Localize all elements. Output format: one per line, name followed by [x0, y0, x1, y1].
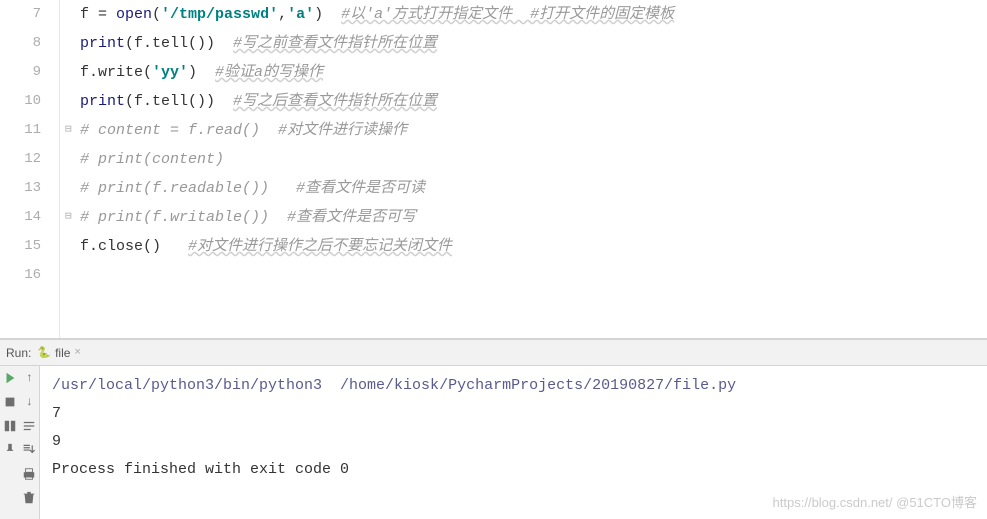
- close-icon[interactable]: ×: [74, 347, 81, 359]
- scroll-to-end-button[interactable]: [21, 442, 37, 458]
- code-token: 'a': [287, 6, 314, 23]
- code-token: # print(f.readable()) #查看文件是否可读: [80, 180, 425, 197]
- line-number: 7: [0, 0, 41, 29]
- code-line[interactable]: # print(f.readable()) #查看文件是否可读: [80, 174, 987, 203]
- code-token: ,: [278, 6, 287, 23]
- code-token: f =: [80, 6, 116, 23]
- line-number: 8: [0, 29, 41, 58]
- down-arrow-button[interactable]: ↓: [21, 394, 37, 410]
- layout-button[interactable]: [2, 418, 18, 434]
- code-line[interactable]: ⊟# content = f.read() #对文件进行读操作: [80, 116, 987, 145]
- code-token: print: [80, 93, 125, 110]
- code-line[interactable]: [80, 261, 987, 290]
- code-line[interactable]: f.write('yy') #验证a的写操作: [80, 58, 987, 87]
- code-editor[interactable]: 78910111213141516 f = open('/tmp/passwd'…: [0, 0, 987, 339]
- code-token: open: [116, 6, 152, 23]
- line-number-gutter: 78910111213141516: [0, 0, 60, 338]
- code-token: #对文件进行操作之后不要忘记关闭文件: [188, 238, 452, 255]
- soft-wrap-button[interactable]: [21, 418, 37, 434]
- code-token: # content = f.read() #对文件进行读操作: [80, 122, 407, 139]
- code-token: f.close(): [80, 238, 188, 255]
- code-line[interactable]: ⊟# print(f.writable()) #查看文件是否可写: [80, 203, 987, 232]
- line-number: 10: [0, 87, 41, 116]
- exit-code-line: Process finished with exit code 0: [52, 456, 987, 484]
- code-line[interactable]: print(f.tell()) #写之前查看文件指针所在位置: [80, 29, 987, 58]
- code-token: #写之后查看文件指针所在位置: [233, 93, 437, 110]
- fold-marker-icon[interactable]: ⊟: [65, 116, 72, 145]
- code-token: #写之前查看文件指针所在位置: [233, 35, 437, 52]
- output-line: 7: [52, 400, 987, 428]
- code-token: (: [152, 6, 161, 23]
- code-token: #以'a'方式打开指定文件 #打开文件的固定模板: [341, 6, 674, 23]
- line-number: 14: [0, 203, 41, 232]
- watermark-text: https://blog.csdn.net/ @51CTO博客: [773, 492, 977, 511]
- pin-button[interactable]: [2, 442, 18, 458]
- output-line: 9: [52, 428, 987, 456]
- line-number: 15: [0, 232, 41, 261]
- line-number: 16: [0, 261, 41, 290]
- code-token: print: [80, 35, 125, 52]
- code-token: ): [188, 64, 215, 81]
- run-toolbar: ↑ ↓: [0, 366, 40, 519]
- fold-marker-icon[interactable]: ⊟: [65, 203, 72, 232]
- code-line[interactable]: f.close() #对文件进行操作之后不要忘记关闭文件: [80, 232, 987, 261]
- code-token: ): [314, 6, 341, 23]
- interpreter-path-line: /usr/local/python3/bin/python3 /home/kio…: [52, 372, 987, 400]
- run-label: Run:: [6, 346, 31, 360]
- line-number: 11: [0, 116, 41, 145]
- code-token: # print(f.writable()) #查看文件是否可写: [80, 209, 416, 226]
- code-line[interactable]: f = open('/tmp/passwd','a') #以'a'方式打开指定文…: [80, 0, 987, 29]
- up-arrow-button[interactable]: ↑: [21, 370, 37, 386]
- code-line[interactable]: # print(content): [80, 145, 987, 174]
- code-token: '/tmp/passwd': [161, 6, 278, 23]
- code-token: f.write(: [80, 64, 152, 81]
- code-content[interactable]: f = open('/tmp/passwd','a') #以'a'方式打开指定文…: [60, 0, 987, 338]
- code-token: #验证a的写操作: [215, 64, 323, 81]
- run-header: Run: 🐍 file ×: [0, 340, 987, 366]
- code-token: (f.tell()): [125, 35, 233, 52]
- trash-button[interactable]: [21, 490, 37, 506]
- python-file-icon: 🐍: [37, 346, 51, 360]
- print-button[interactable]: [21, 466, 37, 482]
- rerun-button[interactable]: [2, 370, 18, 386]
- line-number: 12: [0, 145, 41, 174]
- line-number: 13: [0, 174, 41, 203]
- stop-button[interactable]: [2, 394, 18, 410]
- line-number: 9: [0, 58, 41, 87]
- code-token: 'yy': [152, 64, 188, 81]
- run-tab-name[interactable]: file: [55, 346, 70, 360]
- code-token: (f.tell()): [125, 93, 233, 110]
- code-token: # print(content): [80, 151, 224, 168]
- code-line[interactable]: print(f.tell()) #写之后查看文件指针所在位置: [80, 87, 987, 116]
